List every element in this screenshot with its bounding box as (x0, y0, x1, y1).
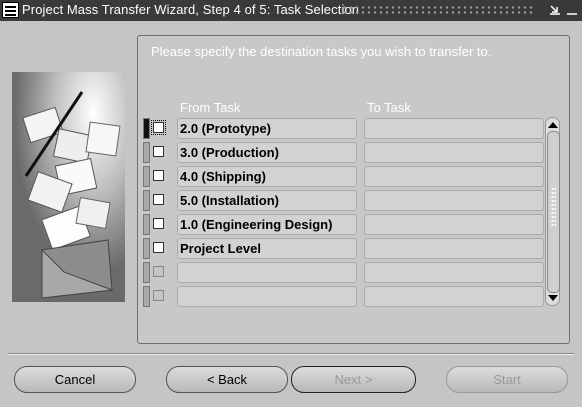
from-task-field[interactable] (177, 262, 357, 283)
to-task-field[interactable] (364, 262, 544, 283)
to-task-field[interactable] (364, 118, 544, 139)
transfer-checkbox[interactable] (153, 242, 164, 253)
scroll-up-icon[interactable] (548, 122, 558, 128)
from-task-header: From Task (180, 100, 241, 115)
record-indicator[interactable] (143, 286, 150, 307)
wizard-illustration (12, 72, 125, 302)
record-indicator[interactable] (143, 238, 150, 259)
record-indicator[interactable] (143, 214, 150, 235)
to-task-field[interactable] (364, 214, 544, 235)
scroll-down-icon[interactable] (548, 295, 558, 301)
scroll-thumb[interactable] (547, 131, 560, 293)
minimize-icon[interactable] (548, 2, 562, 18)
from-task-field[interactable] (177, 286, 357, 307)
to-task-field[interactable] (364, 190, 544, 211)
from-task-field[interactable]: Project Level (177, 238, 357, 259)
from-task-field[interactable]: 1.0 (Engineering Design) (177, 214, 357, 235)
from-task-field[interactable]: 4.0 (Shipping) (177, 166, 357, 187)
from-task-field[interactable]: 3.0 (Production) (177, 142, 357, 163)
title-bar[interactable]: Project Mass Transfer Wizard, Step 4 of … (0, 0, 582, 21)
to-task-field[interactable] (364, 142, 544, 163)
record-indicator[interactable] (143, 142, 150, 163)
to-task-field[interactable] (364, 166, 544, 187)
current-record-indicator[interactable] (143, 118, 150, 139)
transfer-checkbox[interactable] (153, 146, 164, 157)
record-indicator[interactable] (143, 166, 150, 187)
instruction-text: Please specify the destination tasks you… (151, 44, 492, 59)
back-button[interactable]: < Back (166, 366, 288, 393)
from-task-field[interactable]: 5.0 (Installation) (177, 190, 357, 211)
close-icon[interactable] (565, 2, 579, 18)
transfer-checkbox[interactable] (153, 170, 164, 181)
from-task-field[interactable]: 2.0 (Prototype) (177, 118, 357, 139)
transfer-checkbox[interactable] (151, 120, 166, 135)
vertical-scrollbar[interactable] (545, 117, 560, 306)
transfer-checkbox[interactable] (153, 290, 164, 301)
window-title: Project Mass Transfer Wizard, Step 4 of … (22, 2, 360, 17)
transfer-checkbox[interactable] (153, 266, 164, 277)
start-button[interactable]: Start (446, 366, 568, 393)
to-task-header: To Task (367, 100, 411, 115)
record-indicator[interactable] (143, 190, 150, 211)
title-grip (342, 5, 534, 15)
next-button[interactable]: Next > (291, 366, 416, 393)
separator (8, 353, 574, 355)
transfer-checkbox[interactable] (153, 218, 164, 229)
cancel-button[interactable]: Cancel (14, 366, 136, 393)
oracle-forms-icon[interactable] (2, 2, 19, 18)
transfer-checkbox[interactable] (153, 194, 164, 205)
to-task-field[interactable] (364, 238, 544, 259)
record-indicator[interactable] (143, 262, 150, 283)
to-task-field[interactable] (364, 286, 544, 307)
